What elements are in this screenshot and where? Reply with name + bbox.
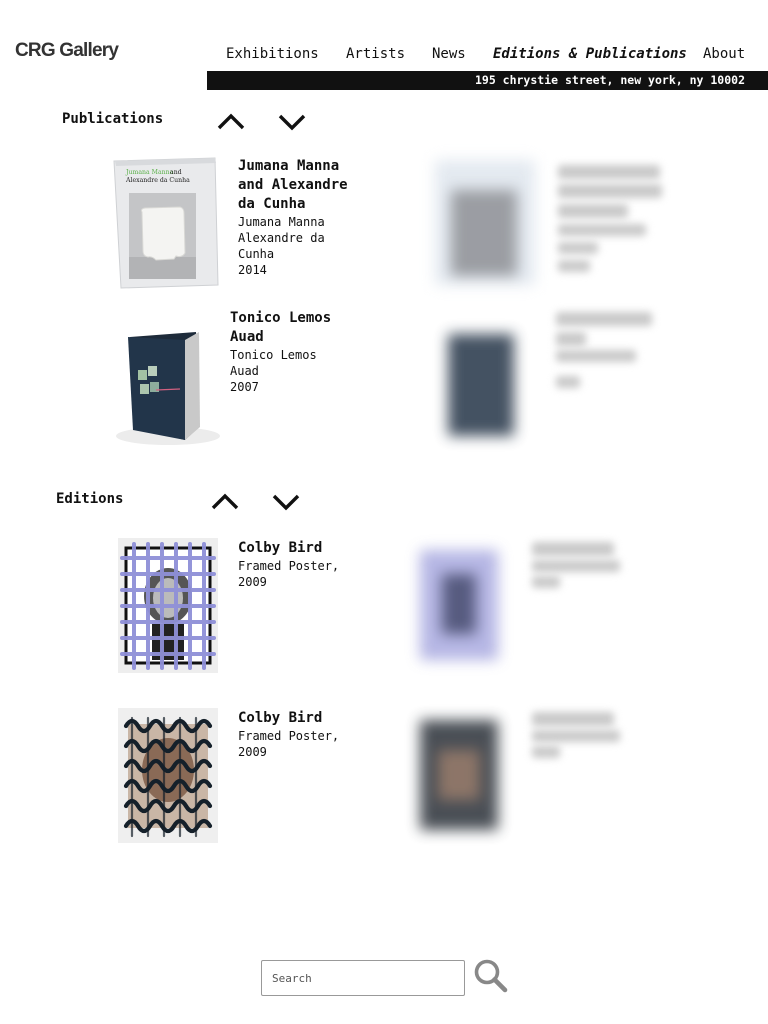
blurred-preview-text xyxy=(556,376,580,388)
publications-heading: Publications xyxy=(62,111,164,127)
blurred-preview-text xyxy=(558,184,662,198)
blurred-preview-text xyxy=(558,260,590,272)
cover-text-green: Jumana Manna xyxy=(125,169,174,176)
search-input[interactable] xyxy=(261,960,465,996)
blurred-preview-text xyxy=(532,560,620,572)
blurred-preview-image xyxy=(435,160,535,285)
publication-author: Jumana Manna Alexandre da Cunha xyxy=(238,215,325,261)
publication-year: 2007 xyxy=(230,380,259,394)
blurred-preview-text xyxy=(558,165,660,179)
editions-next-button[interactable] xyxy=(271,491,301,513)
publications-prev-button[interactable] xyxy=(216,111,246,133)
blurred-preview-text xyxy=(532,542,614,556)
publications-next-button[interactable] xyxy=(277,111,307,133)
search-icon xyxy=(474,959,508,993)
blurred-preview-text xyxy=(532,746,560,758)
edition-title[interactable]: Colby Bird xyxy=(238,709,358,728)
edition-poster-image[interactable] xyxy=(118,538,218,673)
chevron-up-icon xyxy=(217,113,245,130)
edition-title[interactable]: Colby Bird xyxy=(238,539,358,558)
editions-heading: Editions xyxy=(56,491,124,507)
blurred-preview-image xyxy=(448,334,514,436)
search-button[interactable] xyxy=(473,958,509,994)
address-bar: 195 chrystie street, new york, ny 10002 xyxy=(207,71,768,90)
nav-news[interactable]: News xyxy=(432,46,466,62)
editions-prev-button[interactable] xyxy=(210,491,240,513)
edition-poster-image[interactable] xyxy=(118,708,218,843)
blurred-preview-text xyxy=(532,730,620,742)
publication-author: Tonico Lemos Auad xyxy=(230,348,317,378)
cover-text-and: and xyxy=(170,169,182,176)
chevron-up-icon xyxy=(211,493,239,510)
blurred-preview-image xyxy=(420,720,498,830)
chevron-down-icon xyxy=(278,114,306,131)
blurred-preview-text xyxy=(558,204,628,218)
blurred-preview-text xyxy=(556,332,586,346)
edition-meta: Framed Poster, 2009 xyxy=(238,559,340,589)
blurred-preview-text xyxy=(532,576,560,588)
book-cover-image[interactable] xyxy=(104,326,228,450)
blurred-preview-text xyxy=(532,712,614,726)
blurred-preview-text xyxy=(558,224,646,236)
blurred-preview-text xyxy=(556,312,652,326)
nav-artists[interactable]: Artists xyxy=(346,46,405,62)
book-cover-image[interactable]: Jumana Manna and Alexandre da Cunha xyxy=(112,157,219,289)
publication-year: 2014 xyxy=(238,263,267,277)
nav-exhibitions[interactable]: Exhibitions xyxy=(226,46,319,62)
chevron-down-icon xyxy=(272,494,300,511)
blurred-preview-text xyxy=(558,242,598,254)
nav-about[interactable]: About xyxy=(703,46,745,62)
nav-editions-publications[interactable]: Editions & Publications xyxy=(493,46,687,62)
publication-title[interactable]: Jumana Manna and Alexandre da Cunha xyxy=(238,157,358,214)
blurred-preview-image xyxy=(420,550,498,660)
blurred-preview-text xyxy=(556,350,636,362)
edition-meta: Framed Poster, 2009 xyxy=(238,729,340,759)
cover-text-black: Alexandre da Cunha xyxy=(125,177,190,184)
publication-title[interactable]: Tonico Lemos Auad xyxy=(230,309,350,347)
main-nav: Exhibitions Artists News Editions & Publ… xyxy=(0,46,768,66)
